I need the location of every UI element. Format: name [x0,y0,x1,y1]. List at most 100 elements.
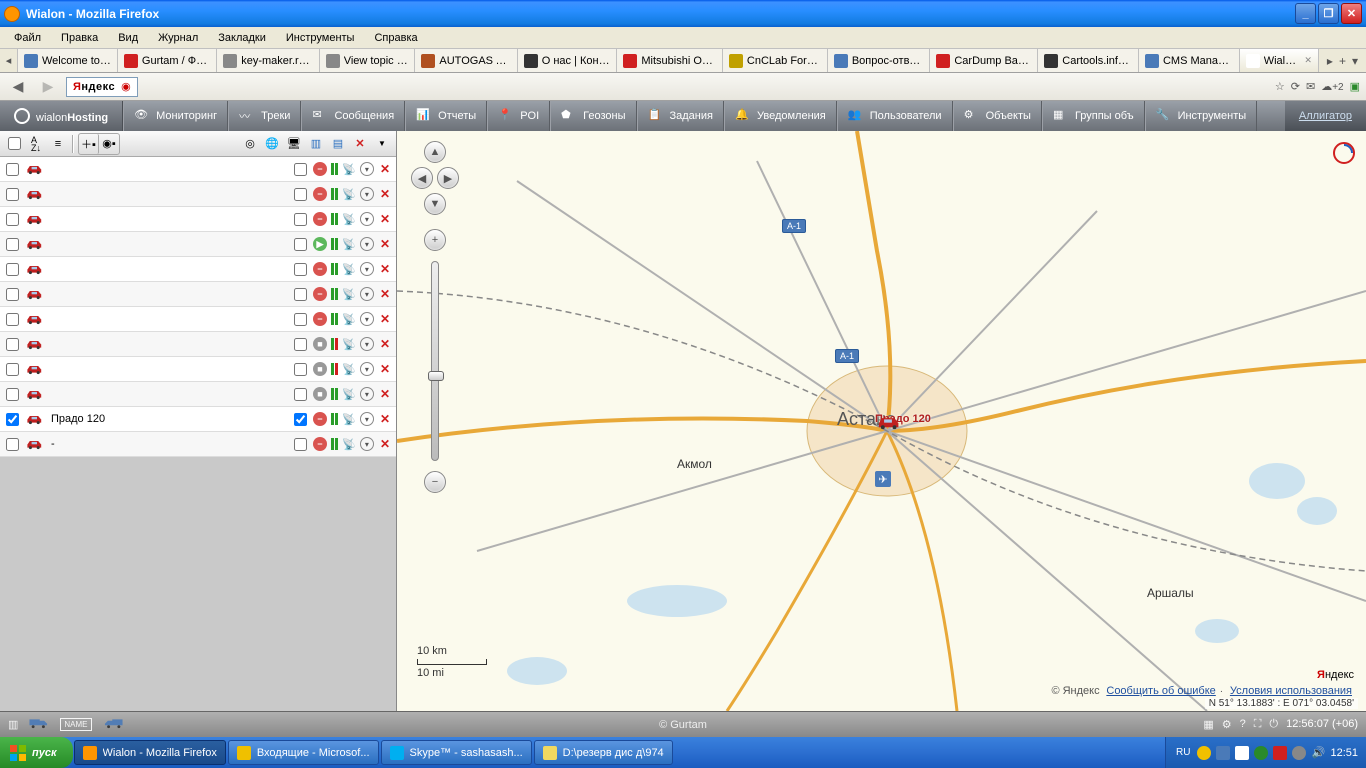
browser-tab[interactable]: О нас | Конт... [518,49,618,72]
unit-track-checkbox[interactable] [294,313,307,326]
menu-инструменты[interactable]: Инструменты [278,30,363,46]
browser-tab[interactable]: Mitsubishi Ou... [617,49,723,72]
unit-remove-icon[interactable]: ✕ [378,337,392,351]
unit-remove-icon[interactable]: ✕ [378,212,392,226]
zoom-out-button[interactable]: − [424,471,446,493]
nav-forward-button[interactable]: ▶ [36,75,60,99]
tray-icon[interactable] [1292,746,1306,760]
monitor-icon[interactable]: ▥ [306,134,326,154]
unit-row[interactable]: ■📡▾✕ [0,382,396,407]
unit-remove-icon[interactable]: ✕ [378,412,392,426]
unit-select-checkbox[interactable] [6,263,19,276]
unit-dropdown-icon[interactable]: ▾ [360,362,374,376]
bottom-fullscreen-icon[interactable]: ⛶ [1254,718,1262,731]
unit-track-checkbox[interactable] [294,413,307,426]
unit-track-checkbox[interactable] [294,188,307,201]
unit-dropdown-icon[interactable]: ▾ [360,412,374,426]
bottom-truck-left-icon[interactable] [102,716,124,733]
unit-row[interactable]: −📡▾✕ [0,207,396,232]
unit-select-checkbox[interactable] [6,338,19,351]
tray-icon[interactable] [1254,746,1268,760]
browser-tab[interactable]: Welcome to ... [18,49,118,72]
map-pan-left[interactable]: ◀ [411,167,433,189]
nav-back-button[interactable]: ◀ [6,75,30,99]
menu-справка[interactable]: Справка [366,30,425,46]
nav-Мониторинг[interactable]: 👁Мониторинг [123,101,228,131]
unit-row[interactable]: −📡▾✕ [0,257,396,282]
unit-row[interactable]: ■📡▾✕ [0,332,396,357]
unit-track-checkbox[interactable] [294,438,307,451]
browser-tab[interactable]: Cartools.info... [1038,49,1139,72]
map-pan-right[interactable]: ▶ [437,167,459,189]
search-go-icon[interactable]: ◉ [121,80,131,93]
unit-row[interactable]: ▶📡▾✕ [0,232,396,257]
taskbar-task[interactable]: Skype™ - sashasash... [381,740,532,765]
unit-dropdown-icon[interactable]: ▾ [360,437,374,451]
unit-row[interactable]: −📡▾✕ [0,182,396,207]
nav-Задания[interactable]: 📋Задания [637,101,724,131]
tray-icon[interactable] [1216,746,1230,760]
maximize-button[interactable]: ❐ [1318,3,1339,24]
unit-remove-icon[interactable]: ✕ [378,262,392,276]
bottom-name-icon[interactable]: NAME [60,718,91,731]
browser-tab[interactable]: Вопрос-отве... [828,49,931,72]
nav-POI[interactable]: 📍POI [487,101,550,131]
browser-tab[interactable]: View topic -... [320,49,416,72]
map-pane[interactable]: A-1 A-1 ✈ Астана Акмол Аршалы Прадо 120 … [397,131,1366,711]
zoom-slider[interactable] [431,261,439,461]
unit-track-checkbox[interactable] [294,363,307,376]
sensor-icon[interactable]: 🖥 [284,134,304,154]
add-plus-icon[interactable]: ＋▪ [79,134,99,154]
unit-track-checkbox[interactable] [294,263,307,276]
tab-scroll-right[interactable]: ▸ [1327,54,1333,68]
sort-az-icon[interactable]: AZ↓ [26,134,46,154]
browser-tab[interactable]: Gurtam / Фо... [118,49,217,72]
list-view-icon[interactable]: ≡ [48,134,68,154]
unit-remove-icon[interactable]: ✕ [378,362,392,376]
tray-icon[interactable] [1235,746,1249,760]
close-button[interactable]: ✕ [1341,3,1362,24]
unit-select-checkbox[interactable] [6,313,19,326]
unit-dropdown-icon[interactable]: ▾ [360,212,374,226]
select-all-checkbox[interactable] [4,134,24,154]
unit-select-checkbox[interactable] [6,163,19,176]
start-button[interactable]: пуск [0,737,73,768]
unit-select-checkbox[interactable] [6,238,19,251]
browser-tab[interactable]: AUTOGAS A... [415,49,517,72]
addon-icon[interactable]: ▣ [1350,80,1360,93]
tab-list-button[interactable]: ▾ [1352,54,1358,68]
menu-закладки[interactable]: Закладки [210,30,274,46]
nav-Объекты[interactable]: ⚙Объекты [953,101,1042,131]
browser-tab[interactable]: CarDump Bas... [930,49,1038,72]
bottom-settings-icon[interactable]: ⚙ [1222,718,1232,731]
nav-Геозоны[interactable]: ⬟Геозоны [550,101,636,131]
bottom-help-icon[interactable]: ? [1240,718,1246,731]
dropdown-icon[interactable]: ▼ [372,134,392,154]
nav-Уведомления[interactable]: 🔔Уведомления [724,101,837,131]
unit-track-checkbox[interactable] [294,163,307,176]
taskbar-task[interactable]: Wialon - Mozilla Firefox [74,740,226,765]
unit-select-checkbox[interactable] [6,188,19,201]
unit-dropdown-icon[interactable]: ▾ [360,287,374,301]
clear-all-icon[interactable]: ✕ [350,134,370,154]
zoom-in-button[interactable]: + [424,229,446,251]
tray-icon[interactable] [1197,746,1211,760]
unit-row[interactable]: ■📡▾✕ [0,357,396,382]
unit-row[interactable]: Прадо 120−📡▾✕ [0,407,396,432]
browser-tab[interactable]: key-maker.ru... [217,49,320,72]
unit-dropdown-icon[interactable]: ▾ [360,262,374,276]
unit-remove-icon[interactable]: ✕ [378,237,392,251]
nav-Группы объ[interactable]: ▦Группы объ [1042,101,1145,131]
unit-dropdown-icon[interactable]: ▾ [360,237,374,251]
language-indicator[interactable]: RU [1174,747,1192,758]
unit-select-checkbox[interactable] [6,388,19,401]
unit-select-checkbox[interactable] [6,413,19,426]
unit-select-checkbox[interactable] [6,438,19,451]
unit-track-checkbox[interactable] [294,213,307,226]
browser-tab[interactable]: CnCLab Foru... [723,49,828,72]
report-icon[interactable]: ▤ [328,134,348,154]
unit-remove-icon[interactable]: ✕ [378,312,392,326]
nav-Сообщения[interactable]: ✉Сообщения [301,101,405,131]
unit-track-checkbox[interactable] [294,388,307,401]
terms-link[interactable]: Условия использования [1230,685,1352,697]
